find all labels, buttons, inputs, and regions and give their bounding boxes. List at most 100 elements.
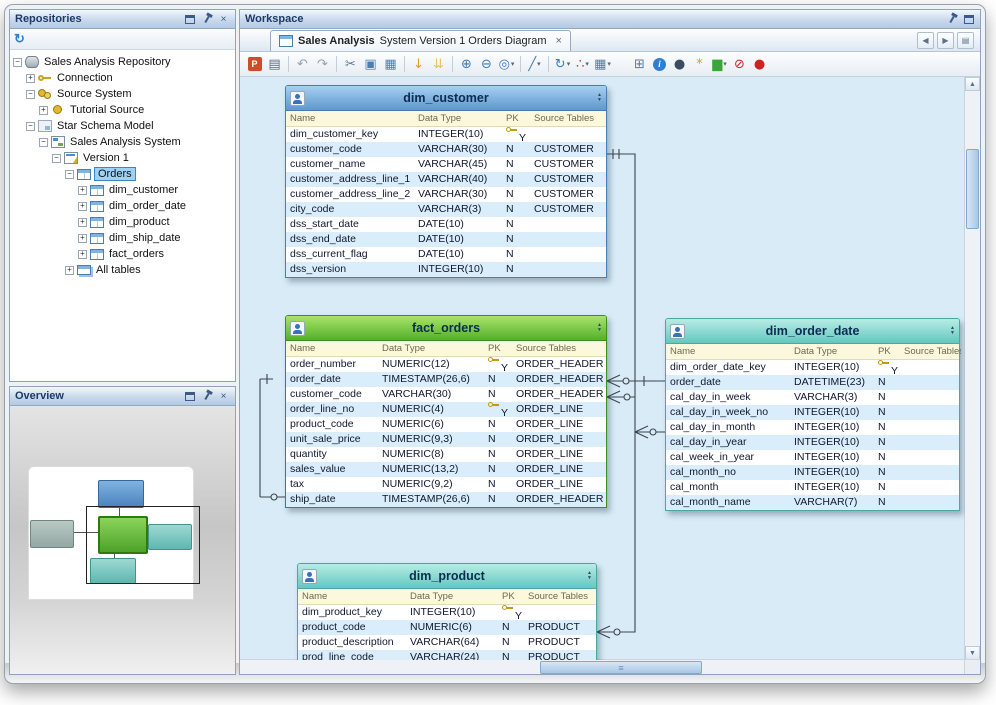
attribute-row[interactable]: cal_day_in_week_noINTEGER(10)N — [666, 405, 959, 420]
zoom-in-button[interactable]: ⊕ — [457, 54, 476, 74]
tab-scroll-right-icon[interactable]: ▶ — [937, 32, 954, 49]
tree-minus-icon[interactable]: − — [65, 170, 74, 179]
attribute-row[interactable]: product_codeNUMERIC(6)NORDER_LINE — [286, 417, 606, 432]
attribute-row[interactable]: ship_dateTIMESTAMP(26,6)NORDER_HEADER — [286, 492, 606, 507]
scroll-up-icon[interactable]: ▲ — [965, 77, 980, 91]
export-pdf-button[interactable]: P — [245, 54, 264, 74]
entity-table-dim-product[interactable]: dim_product▲▼NameData TypePKSource Table… — [297, 563, 597, 660]
attribute-row[interactable]: cal_week_in_yearINTEGER(10)N — [666, 450, 959, 465]
tree-item-dim-ship-date[interactable]: +dim_ship_date — [10, 230, 235, 246]
tree-plus-icon[interactable]: + — [78, 202, 87, 211]
vertical-scroll-thumb[interactable] — [966, 149, 979, 229]
record-button[interactable]: ● — [750, 54, 769, 74]
tree-item-fact-orders[interactable]: +fact_orders — [10, 246, 235, 262]
attribute-row[interactable]: cal_day_in_weekVARCHAR(3)N — [666, 390, 959, 405]
attribute-row[interactable]: dss_end_dateDATE(10)N — [286, 232, 606, 247]
validation-off-button[interactable]: ⊘ — [730, 54, 749, 74]
tab-scroll-left-icon[interactable]: ◀ — [917, 32, 934, 49]
attribute-row[interactable]: dss_start_dateDATE(10)N — [286, 217, 606, 232]
attribute-row[interactable]: cal_day_in_yearINTEGER(10)N — [666, 435, 959, 450]
cut-button[interactable]: ✂ — [341, 54, 360, 74]
attribute-row[interactable]: cal_monthINTEGER(10)N — [666, 480, 959, 495]
attribute-row[interactable]: customer_address_line_2VARCHAR(30)NCUSTO… — [286, 187, 606, 202]
attribute-row[interactable]: product_codeNUMERIC(6)NPRODUCT — [298, 620, 596, 635]
diagram-canvas[interactable]: dim_customer▲▼NameData TypePKSource Tabl… — [240, 77, 965, 660]
tree-item-connection[interactable]: +Connection — [10, 70, 235, 86]
tree-plus-icon[interactable]: + — [26, 74, 35, 83]
table-header[interactable]: dim_product▲▼ — [298, 564, 596, 589]
paste-button[interactable]: ▦ — [381, 54, 400, 74]
pin-icon[interactable] — [200, 390, 213, 403]
move-down-all-button[interactable]: ⇊ — [429, 54, 448, 74]
attribute-row[interactable]: customer_codeVARCHAR(30)NORDER_HEADER — [286, 387, 606, 402]
tree-item-version-1[interactable]: −Version 1 — [10, 150, 235, 166]
tree-minus-icon[interactable]: − — [13, 58, 22, 67]
move-down-button[interactable]: ↓ — [409, 54, 428, 74]
float-window-icon[interactable] — [183, 390, 196, 403]
horizontal-scroll-thumb[interactable] — [540, 661, 702, 674]
attribute-row[interactable]: product_descriptionVARCHAR(64)NPRODUCT — [298, 635, 596, 650]
key-search-button[interactable]: * — [690, 54, 709, 74]
scroll-down-icon[interactable]: ▼ — [597, 328, 602, 333]
zoom-out-button[interactable]: ⊖ — [477, 54, 496, 74]
vertical-scrollbar[interactable]: ▲ ▼ — [964, 77, 980, 660]
relationship-style-button[interactable]: ∴▾ — [573, 54, 592, 74]
tree-item-dim-order-date[interactable]: +dim_order_date — [10, 198, 235, 214]
float-window-icon[interactable] — [962, 13, 975, 26]
close-icon[interactable]: × — [217, 13, 230, 26]
horizontal-scrollbar[interactable] — [240, 659, 965, 674]
entity-table-dim-customer[interactable]: dim_customer▲▼NameData TypePKSource Tabl… — [285, 85, 607, 278]
attribute-row[interactable]: city_codeVARCHAR(3)NCUSTOMER — [286, 202, 606, 217]
attribute-row[interactable]: dss_current_flagDATE(10)N — [286, 247, 606, 262]
zoom-level-button[interactable]: ◎▾ — [497, 54, 516, 74]
redo-button[interactable]: ↷ — [313, 54, 332, 74]
table-header[interactable]: dim_order_date▲▼ — [666, 319, 959, 344]
web-preview-button[interactable]: ● — [670, 54, 689, 74]
table-scroll-arrows[interactable]: ▲▼ — [597, 93, 602, 103]
attribute-row[interactable]: order_numberNUMERIC(12)YORDER_HEADER — [286, 357, 606, 372]
pin-icon[interactable] — [200, 13, 213, 26]
attribute-row[interactable]: customer_nameVARCHAR(45)NCUSTOMER — [286, 157, 606, 172]
entity-table-fact-orders[interactable]: fact_orders▲▼NameData TypePKSource Table… — [285, 315, 607, 508]
tree-minus-icon[interactable]: − — [52, 154, 61, 163]
tab-close-icon[interactable]: × — [556, 35, 562, 47]
refresh-diagram-button[interactable]: ↻▾ — [553, 54, 572, 74]
tree-minus-icon[interactable]: − — [39, 138, 48, 147]
tree-item-all-tables[interactable]: +All tables — [10, 262, 235, 278]
statistics-button[interactable]: ▆▾ — [710, 54, 729, 74]
attribute-row[interactable]: sales_valueNUMERIC(13,2)NORDER_LINE — [286, 462, 606, 477]
attribute-row[interactable]: order_line_noNUMERIC(4)YORDER_LINE — [286, 402, 606, 417]
attribute-row[interactable]: prod_line_codeVARCHAR(24)NPRODUCT — [298, 650, 596, 660]
attribute-row[interactable]: customer_address_line_1VARCHAR(40)NCUSTO… — [286, 172, 606, 187]
tree-plus-icon[interactable]: + — [65, 266, 74, 275]
repository-tree[interactable]: −Sales Analysis Repository+Connection−So… — [10, 50, 235, 381]
tree-item-sales-analysis-system[interactable]: −Sales Analysis System — [10, 134, 235, 150]
attribute-row[interactable]: dss_versionINTEGER(10)N — [286, 262, 606, 277]
table-scroll-arrows[interactable]: ▲▼ — [587, 571, 592, 581]
tree-plus-icon[interactable]: + — [78, 218, 87, 227]
scroll-down-icon[interactable]: ▼ — [597, 98, 602, 103]
close-icon[interactable]: × — [217, 390, 230, 403]
tree-item-orders[interactable]: −Orders — [10, 166, 235, 182]
attribute-row[interactable]: cal_day_in_monthINTEGER(10)N — [666, 420, 959, 435]
scroll-down-icon[interactable]: ▼ — [965, 646, 980, 660]
entity-table-dim-order-date[interactable]: dim_order_date▲▼NameData TypePKSource Ta… — [665, 318, 960, 511]
tab-orders-diagram[interactable]: Sales Analysis System Version 1 Orders D… — [270, 30, 571, 51]
tab-list-icon[interactable]: ▤ — [957, 32, 974, 49]
copy-button[interactable]: ▣ — [361, 54, 380, 74]
attribute-row[interactable]: dim_customer_keyINTEGER(10)Y — [286, 127, 606, 142]
refresh-icon[interactable]: ↻ — [14, 31, 25, 47]
tree-item-sales-analysis-repository[interactable]: −Sales Analysis Repository — [10, 54, 235, 70]
attribute-row[interactable]: unit_sale_priceNUMERIC(9,3)NORDER_LINE — [286, 432, 606, 447]
info-button[interactable]: i — [650, 54, 669, 74]
float-window-icon[interactable] — [183, 13, 196, 26]
workspace-titlebar[interactable]: Workspace — [240, 10, 980, 29]
attribute-row[interactable]: cal_month_nameVARCHAR(7)N — [666, 495, 959, 510]
tree-item-dim-product[interactable]: +dim_product — [10, 214, 235, 230]
auto-layout-button[interactable]: ⊞ — [630, 54, 649, 74]
tree-item-dim-customer[interactable]: +dim_customer — [10, 182, 235, 198]
attribute-row[interactable]: cal_month_noINTEGER(10)N — [666, 465, 959, 480]
grid-options-button[interactable]: ▦▾ — [593, 54, 612, 74]
scroll-down-icon[interactable]: ▼ — [587, 576, 592, 581]
overview-viewport[interactable] — [86, 506, 200, 584]
